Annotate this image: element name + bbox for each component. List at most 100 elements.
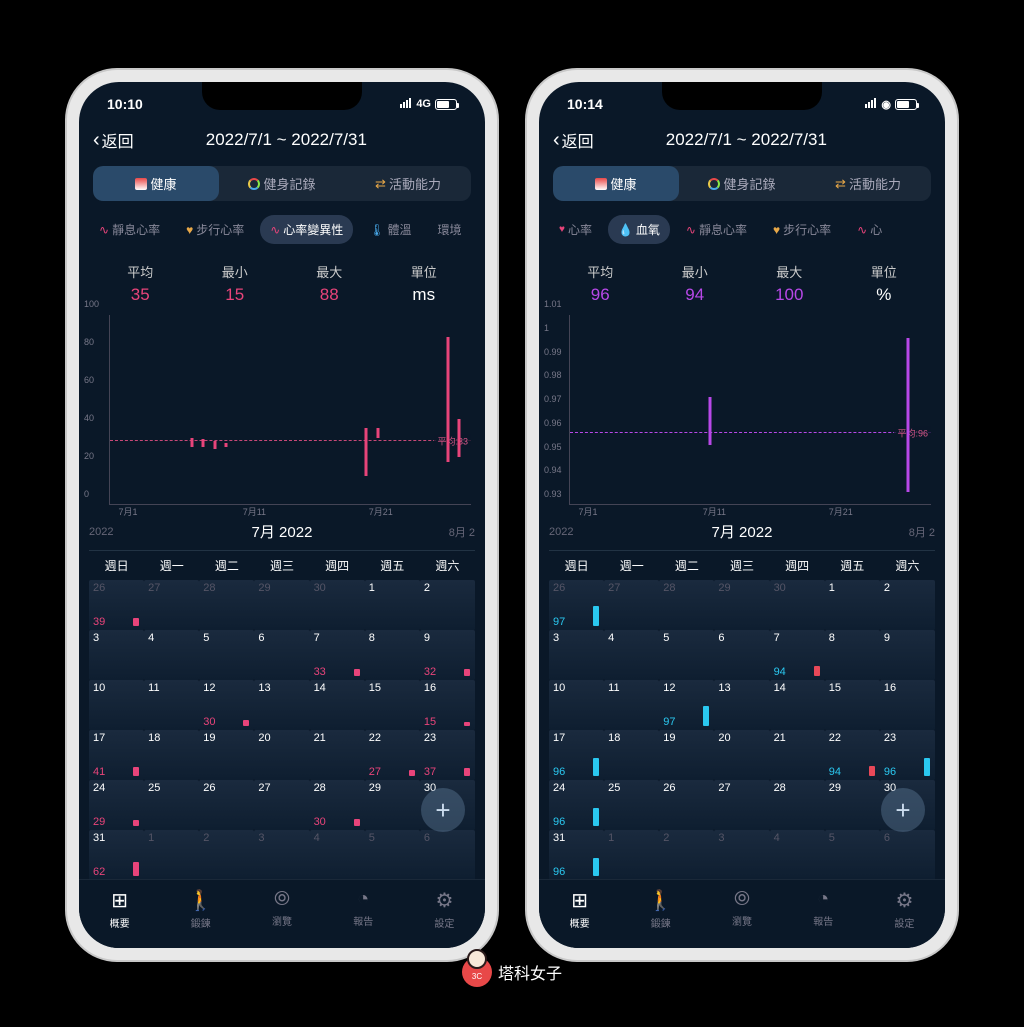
- metric-tab[interactable]: ♥步行心率: [176, 215, 254, 244]
- top-tab-活動能力[interactable]: ⇄活動能力: [345, 166, 471, 201]
- calendar-cell[interactable]: 21: [310, 730, 365, 780]
- top-tab-健康[interactable]: 健康: [93, 166, 219, 201]
- calendar-cell[interactable]: 5: [365, 830, 420, 880]
- calendar-cell[interactable]: 18: [144, 730, 199, 780]
- calendar-cell[interactable]: 1: [144, 830, 199, 880]
- calendar-cell[interactable]: 25: [144, 780, 199, 830]
- calendar-cell[interactable]: 13: [254, 680, 309, 730]
- calendar-cell[interactable]: 26: [199, 780, 254, 830]
- calendar-cell[interactable]: 1: [825, 580, 880, 630]
- calendar-cell[interactable]: 26: [659, 780, 714, 830]
- calendar-cell[interactable]: 11: [604, 680, 659, 730]
- metric-tabs[interactable]: ∿靜息心率♥步行心率∿心率變異性🌡體溫環境: [79, 207, 485, 252]
- calendar-cell[interactable]: 14: [770, 680, 825, 730]
- calendar-cell[interactable]: 12 97: [659, 680, 714, 730]
- metric-tab[interactable]: ♥心率: [549, 215, 602, 244]
- calendar-cell[interactable]: 6: [420, 830, 475, 880]
- calendar-cell[interactable]: 19: [659, 730, 714, 780]
- calendar-cell[interactable]: 11: [144, 680, 199, 730]
- calendar-cell[interactable]: 16 15: [420, 680, 475, 730]
- calendar-cell[interactable]: 2: [659, 830, 714, 880]
- bottom-tab-概要[interactable]: ⊞ 概要: [539, 888, 620, 930]
- calendar-cell[interactable]: 28 30: [310, 780, 365, 830]
- metric-tab[interactable]: ♥步行心率: [763, 215, 841, 244]
- calendar-cell[interactable]: 12 30: [199, 680, 254, 730]
- calendar-cell[interactable]: 2: [420, 580, 475, 630]
- calendar-cell[interactable]: 17 41: [89, 730, 144, 780]
- calendar-cell[interactable]: 28: [659, 580, 714, 630]
- calendar-cell[interactable]: 16: [880, 680, 935, 730]
- calendar-cell[interactable]: 15: [825, 680, 880, 730]
- metric-tab[interactable]: ∿心率變異性: [260, 215, 353, 244]
- calendar-cell[interactable]: 27: [714, 780, 769, 830]
- calendar-cell[interactable]: 24 29: [89, 780, 144, 830]
- calendar-cell[interactable]: 4: [770, 830, 825, 880]
- bottom-tab-鍛鍊[interactable]: 🚶 鍛鍊: [620, 888, 701, 930]
- calendar-cell[interactable]: 29: [714, 580, 769, 630]
- calendar-cell[interactable]: 29: [254, 580, 309, 630]
- calendar-cell[interactable]: 5: [199, 630, 254, 680]
- calendar-cell[interactable]: 18: [604, 730, 659, 780]
- calendar-cell[interactable]: 2: [880, 580, 935, 630]
- calendar-cell[interactable]: 8: [365, 630, 420, 680]
- bottom-tab-設定[interactable]: ⚙ 設定: [404, 888, 485, 930]
- bottom-tab-瀏覽[interactable]: ⦾ 瀏覽: [241, 888, 322, 930]
- calendar-cell[interactable]: 19: [199, 730, 254, 780]
- calendar-cell[interactable]: 4: [310, 830, 365, 880]
- calendar-cell[interactable]: 27: [254, 780, 309, 830]
- calendar-cell[interactable]: 5: [825, 830, 880, 880]
- calendar-cell[interactable]: 1: [365, 580, 420, 630]
- calendar-cell[interactable]: 14: [310, 680, 365, 730]
- top-tab-健身記錄[interactable]: 健身記錄: [219, 166, 345, 201]
- metric-tab[interactable]: 🌡體溫: [359, 215, 421, 244]
- calendar-cell[interactable]: 29: [365, 780, 420, 830]
- calendar-cell[interactable]: 10: [89, 680, 144, 730]
- bottom-tab-設定[interactable]: ⚙ 設定: [864, 888, 945, 930]
- top-tab-健身記錄[interactable]: 健身記錄: [679, 166, 805, 201]
- cal-prev[interactable]: 2022: [549, 526, 573, 538]
- calendar-cell[interactable]: 20: [714, 730, 769, 780]
- calendar-cell[interactable]: 8: [825, 630, 880, 680]
- calendar-cell[interactable]: 28: [770, 780, 825, 830]
- metric-tab[interactable]: 💧血氧: [608, 215, 670, 244]
- calendar-cell[interactable]: 24 96: [549, 780, 604, 830]
- calendar-cell[interactable]: 15: [365, 680, 420, 730]
- cal-prev[interactable]: 2022: [89, 526, 113, 538]
- calendar-cell[interactable]: 13: [714, 680, 769, 730]
- bottom-tab-報告[interactable]: ◔ 報告: [323, 888, 404, 930]
- calendar-cell[interactable]: 25: [604, 780, 659, 830]
- back-button[interactable]: ‹ 返回: [553, 128, 594, 152]
- bottom-tab-報告[interactable]: ◔ 報告: [783, 888, 864, 930]
- calendar-cell[interactable]: 4: [144, 630, 199, 680]
- calendar-cell[interactable]: 26 97: [549, 580, 604, 630]
- calendar-cell[interactable]: 9: [880, 630, 935, 680]
- calendar-cell[interactable]: 20: [254, 730, 309, 780]
- calendar-cell[interactable]: 3: [254, 830, 309, 880]
- calendar-cell[interactable]: 29: [825, 780, 880, 830]
- calendar-cell[interactable]: 1: [604, 830, 659, 880]
- top-tab-健康[interactable]: 健康: [553, 166, 679, 201]
- add-button[interactable]: +: [421, 788, 465, 832]
- chart[interactable]: 0.930.940.950.960.970.980.9911.017月17月11…: [569, 315, 931, 505]
- chart[interactable]: 0204060801007月17月117月21平均:33: [109, 315, 471, 505]
- bottom-tab-概要[interactable]: ⊞ 概要: [79, 888, 160, 930]
- cal-next[interactable]: 8月 2: [909, 524, 935, 540]
- calendar-cell[interactable]: 23 37: [420, 730, 475, 780]
- calendar-cell[interactable]: 7 94: [770, 630, 825, 680]
- calendar-cell[interactable]: 7 33: [310, 630, 365, 680]
- calendar-cell[interactable]: 6: [880, 830, 935, 880]
- calendar-cell[interactable]: 17 96: [549, 730, 604, 780]
- top-tab-活動能力[interactable]: ⇄活動能力: [805, 166, 931, 201]
- metric-tab[interactable]: ∿靜息心率: [676, 215, 757, 244]
- calendar-cell[interactable]: 6: [714, 630, 769, 680]
- calendar-cell[interactable]: 23 96: [880, 730, 935, 780]
- back-button[interactable]: ‹ 返回: [93, 128, 134, 152]
- calendar-cell[interactable]: 2: [199, 830, 254, 880]
- bottom-tab-瀏覽[interactable]: ⦾ 瀏覽: [701, 888, 782, 930]
- metric-tabs[interactable]: ♥心率💧血氧∿靜息心率♥步行心率∿心: [539, 207, 945, 252]
- calendar-cell[interactable]: 4: [604, 630, 659, 680]
- calendar-cell[interactable]: 3: [714, 830, 769, 880]
- metric-tab[interactable]: 環境: [428, 215, 472, 244]
- calendar-cell[interactable]: 28: [199, 580, 254, 630]
- metric-tab[interactable]: ∿心: [847, 215, 892, 244]
